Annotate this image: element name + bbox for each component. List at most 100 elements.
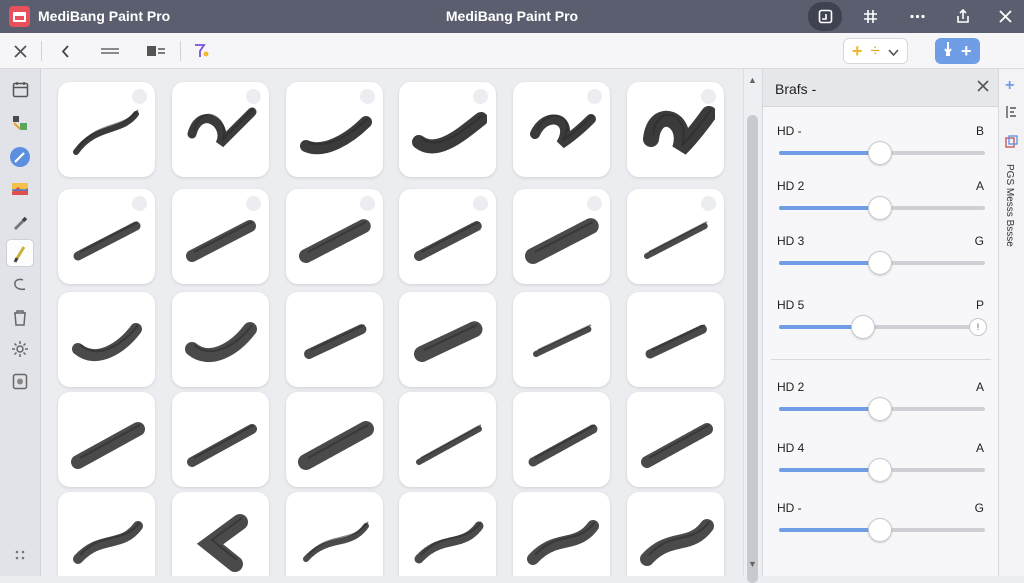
brush-card[interactable]	[58, 292, 155, 387]
trash-icon[interactable]	[6, 303, 34, 331]
setting-slider[interactable]	[779, 397, 985, 421]
brush-stroke-preview	[530, 114, 596, 149]
pen-icon[interactable]	[6, 143, 34, 171]
brush-card[interactable]	[627, 492, 724, 576]
close-icon[interactable]	[6, 37, 34, 65]
more-icon[interactable]	[897, 0, 937, 33]
shield-icon[interactable]	[6, 367, 34, 395]
setting-slider[interactable]	[779, 196, 985, 220]
brush-card[interactable]	[399, 189, 496, 284]
slider-knob[interactable]	[868, 196, 892, 220]
brush-stroke-preview	[304, 324, 367, 359]
toolbar-divider	[180, 41, 181, 61]
brush-settings-panel: Brafs - HD - B HD 2 A HD 3 G HD 5 P! HD 2 A HD 4 A H…	[762, 69, 999, 576]
scrollbar[interactable]: ▲ ▼	[743, 69, 761, 583]
setting-slider[interactable]	[779, 141, 985, 165]
setting-slider[interactable]	[779, 251, 985, 275]
brush-card[interactable]	[172, 82, 269, 177]
slider-knob[interactable]	[868, 141, 892, 165]
brush-card[interactable]	[58, 392, 155, 487]
brush-card[interactable]	[58, 492, 155, 576]
brush-card[interactable]	[172, 189, 269, 284]
setting-slider[interactable]: !	[779, 315, 987, 339]
brush-card[interactable]	[172, 492, 269, 576]
brush-stroke-preview	[299, 219, 371, 263]
setting-label: HD 5	[777, 298, 805, 312]
swap-icon[interactable]	[96, 37, 124, 65]
brush-card[interactable]	[627, 189, 724, 284]
info-icon[interactable]: !	[969, 318, 987, 336]
layout-icon[interactable]	[808, 2, 842, 31]
brush-card[interactable]	[172, 292, 269, 387]
copy-icon[interactable]	[1005, 135, 1018, 151]
slider-fill	[779, 468, 880, 472]
chevron-down-icon[interactable]	[888, 43, 899, 60]
brush-card[interactable]	[172, 392, 269, 487]
brush-icon[interactable]	[6, 239, 34, 267]
align-icon[interactable]	[1005, 105, 1017, 122]
magic-icon[interactable]	[188, 37, 216, 65]
settings-icon[interactable]	[6, 335, 34, 363]
brush-card[interactable]	[58, 189, 155, 284]
brush-stroke-preview	[416, 424, 482, 465]
setting-slider[interactable]	[779, 518, 985, 542]
brush-card[interactable]	[513, 392, 610, 487]
add-icon[interactable]: +	[852, 41, 863, 62]
calendar-icon[interactable]	[6, 75, 34, 103]
setting-slider[interactable]	[779, 458, 985, 482]
brush-card[interactable]	[399, 82, 496, 177]
brush-card[interactable]	[286, 292, 383, 387]
brush-card[interactable]	[513, 292, 610, 387]
brush-card[interactable]	[627, 82, 724, 177]
brush-grid	[41, 69, 743, 576]
layer-icon[interactable]	[142, 37, 170, 65]
close-icon[interactable]	[985, 0, 1024, 33]
brush-card[interactable]	[513, 82, 610, 177]
brush-card[interactable]	[286, 492, 383, 576]
back-icon[interactable]	[52, 37, 78, 65]
scroll-down-icon[interactable]: ▼	[744, 559, 761, 569]
brush-card[interactable]	[399, 292, 496, 387]
setting-key: A	[975, 441, 984, 455]
brush-card[interactable]	[286, 189, 383, 284]
brush-card[interactable]	[513, 492, 610, 576]
brush-card[interactable]	[627, 292, 724, 387]
lasso-icon[interactable]	[6, 271, 34, 299]
toolbar-divider	[41, 41, 42, 61]
brush-card[interactable]	[513, 189, 610, 284]
title-bar: MediBang Paint Pro MediBang Paint Pro	[0, 0, 1024, 33]
brush-card[interactable]	[286, 82, 383, 177]
brush-card[interactable]	[58, 82, 155, 177]
add-brush-button[interactable]: +	[935, 38, 980, 64]
grid-icon[interactable]	[850, 0, 890, 33]
slider-knob[interactable]	[868, 458, 892, 482]
share-icon[interactable]	[943, 0, 983, 33]
brush-stroke-preview	[412, 112, 487, 154]
brush-stroke-preview	[298, 421, 374, 470]
slider-knob[interactable]	[851, 315, 875, 339]
slider-knob[interactable]	[868, 251, 892, 275]
plus-icon: +	[961, 40, 972, 61]
close-icon[interactable]	[977, 79, 989, 97]
selection-icon[interactable]	[6, 109, 34, 137]
scroll-thumb[interactable]	[747, 115, 758, 583]
scroll-up-icon[interactable]: ▲	[744, 75, 761, 85]
eyedropper-icon[interactable]	[6, 209, 34, 237]
brush-card[interactable]	[399, 392, 496, 487]
brush-stroke-preview	[71, 422, 145, 469]
tool-sidebar	[0, 69, 41, 576]
plus-icon[interactable]: +	[1005, 77, 1014, 95]
panel-title: Brafs -	[775, 81, 817, 97]
dots-icon[interactable]	[6, 547, 34, 563]
brush-card[interactable]	[627, 392, 724, 487]
slider-knob[interactable]	[868, 397, 892, 421]
image-icon[interactable]	[6, 175, 34, 203]
divide-icon[interactable]: ÷	[871, 41, 880, 61]
brush-stroke-preview	[73, 521, 143, 564]
brush-stroke-preview	[414, 221, 482, 261]
brush-stroke-preview	[414, 321, 483, 362]
brush-card[interactable]	[399, 492, 496, 576]
brush-card[interactable]	[286, 392, 383, 487]
slider-knob[interactable]	[868, 518, 892, 542]
brush-stroke-preview	[527, 520, 599, 565]
